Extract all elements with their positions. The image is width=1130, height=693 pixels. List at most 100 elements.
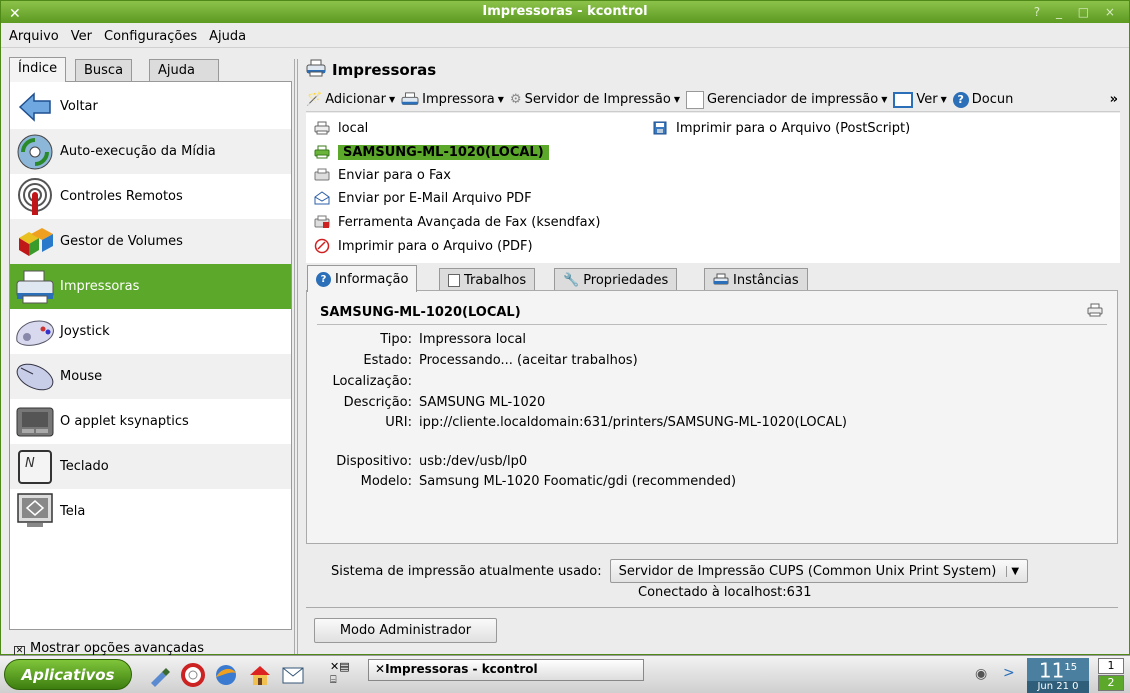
browser-icon[interactable] bbox=[214, 663, 238, 687]
menu-bar: Arquivo Ver Configurações Ajuda bbox=[1, 23, 1129, 48]
info-row-dispositivo: Dispositivo: usb:/dev/usb/lp0 bbox=[336, 454, 528, 469]
tray-speaker-icon[interactable]: ◉ bbox=[975, 666, 987, 682]
documentation-button[interactable]: ? Docun bbox=[952, 91, 1013, 108]
window-title: Impressoras - kcontrol bbox=[482, 4, 648, 19]
menu-arquivo[interactable]: Arquivo bbox=[1, 23, 65, 44]
nav-item-auto-execucao[interactable]: Auto-execução da Mídia bbox=[10, 129, 291, 174]
menu-ajuda[interactable]: Ajuda bbox=[203, 23, 252, 44]
tab-instancias[interactable]: Instâncias bbox=[704, 268, 808, 291]
tray-tools-icon[interactable]: ✕▤ ⌸ bbox=[330, 660, 350, 686]
applications-button[interactable]: Aplicativos bbox=[4, 659, 132, 690]
add-button[interactable]: 🪄 Adicionar ▼ bbox=[306, 92, 395, 107]
nav-item-tela[interactable]: Tela bbox=[10, 489, 291, 534]
nav-label: Teclado bbox=[60, 459, 109, 474]
printer-item-fax[interactable]: Enviar para o Fax bbox=[314, 165, 451, 185]
printer-item-ksendfax[interactable]: Ferramenta Avançada de Fax (ksendfax) bbox=[314, 212, 600, 232]
print-system-select[interactable]: Servidor de Impressão CUPS (Common Unix … bbox=[609, 559, 1029, 583]
touchpad-icon bbox=[10, 399, 60, 444]
tools-icon: ✕ bbox=[375, 662, 386, 676]
nav-label: Auto-execução da Mídia bbox=[60, 144, 216, 159]
keyboard-icon: N bbox=[10, 444, 60, 489]
menu-configuracoes[interactable]: Configurações bbox=[98, 23, 203, 44]
blank-page-icon bbox=[685, 90, 704, 109]
nav-label: O applet ksynaptics bbox=[60, 414, 189, 429]
edit-icon[interactable] bbox=[148, 663, 172, 687]
taskbar: Aplicativos ✕▤ ⌸ ✕Impressoras - kcontrol … bbox=[0, 655, 1130, 693]
tab-trabalhos[interactable]: Trabalhos bbox=[439, 268, 536, 291]
title-bar[interactable]: ✕ Impressoras - kcontrol ? _ □ × bbox=[1, 1, 1129, 23]
divider bbox=[317, 324, 1107, 325]
printer-item-postscript[interactable]: Imprimir para o Arquivo (PostScript) bbox=[652, 118, 910, 138]
printer-item-samsung[interactable]: SAMSUNG-ML-1020(LOCAL) bbox=[314, 142, 549, 162]
info-heading: SAMSUNG-ML-1020(LOCAL) bbox=[320, 305, 521, 320]
window-controls[interactable]: ? _ □ × bbox=[1034, 1, 1121, 23]
info-row-modelo: Modelo: Samsung ML-1020 Foomatic/gdi (rec… bbox=[360, 474, 737, 489]
jobs-icon bbox=[448, 273, 460, 287]
print-server-button[interactable]: ⚙ Servidor de Impressão ▼ bbox=[510, 92, 680, 107]
printer-title-icon bbox=[306, 59, 326, 81]
nav-item-voltar[interactable]: Voltar bbox=[10, 84, 291, 129]
tools-icon[interactable]: ✕ bbox=[9, 3, 21, 25]
help-icon: ? bbox=[952, 91, 969, 108]
printer-toolbar: 🪄 Adicionar ▼ Impressora ▼ ⚙ Servidor de Imp… bbox=[306, 88, 1120, 112]
volumes-icon bbox=[10, 219, 60, 264]
printer-item-email-pdf[interactable]: Enviar por E-Mail Arquivo PDF bbox=[314, 188, 532, 208]
mail-icon[interactable] bbox=[281, 663, 305, 687]
nav-label: Joystick bbox=[60, 324, 110, 339]
desktop-pager: 1 2 bbox=[1098, 658, 1124, 692]
advanced-options-label: Mostrar opções avançadas bbox=[30, 641, 205, 656]
tab-busca[interactable]: Busca bbox=[75, 59, 133, 81]
print-icon[interactable] bbox=[1087, 303, 1103, 321]
tab-propriedades[interactable]: 🔧 Propriedades bbox=[554, 268, 678, 291]
print-system-label: Sistema de impressão atualmente usado: bbox=[331, 563, 602, 579]
svg-text:N: N bbox=[25, 456, 35, 471]
tray-expand-icon[interactable]: > bbox=[1003, 665, 1015, 681]
toolbar-overflow-button[interactable]: » bbox=[1110, 92, 1118, 107]
nav-item-mouse[interactable]: Mouse bbox=[10, 354, 291, 399]
pdf-icon bbox=[314, 238, 330, 254]
info-row-localizacao: Localização: bbox=[332, 374, 412, 389]
pane-splitter[interactable] bbox=[294, 59, 298, 654]
connection-status: Conectado à localhost:631 bbox=[638, 585, 812, 600]
info-row-tipo: Tipo: Impressora local bbox=[380, 332, 527, 347]
back-arrow-icon bbox=[10, 84, 60, 129]
gear-icon: ⚙ bbox=[509, 92, 522, 107]
printer-item-pdf[interactable]: Imprimir para o Arquivo (PDF) bbox=[314, 236, 533, 256]
printer-item-local[interactable]: local bbox=[314, 118, 368, 138]
nav-item-joystick[interactable]: Joystick bbox=[10, 309, 291, 354]
left-pane: Índice Busca Ajuda Voltar Auto-execução … bbox=[6, 57, 292, 657]
nav-item-gestor-volumes[interactable]: Gestor de Volumes bbox=[10, 219, 291, 264]
desktop-1[interactable]: 1 bbox=[1098, 658, 1124, 674]
nav-label: Controles Remotos bbox=[60, 189, 183, 204]
print-manager-button[interactable]: Gerenciador de impressão ▼ bbox=[685, 90, 887, 109]
media-autorun-icon bbox=[10, 129, 60, 174]
nav-item-controles-remotos[interactable]: Controles Remotos bbox=[10, 174, 291, 219]
mouse-icon bbox=[10, 354, 60, 399]
nav-item-teclado[interactable]: N Teclado bbox=[10, 444, 291, 489]
joystick-icon bbox=[10, 309, 60, 354]
nav-label: Voltar bbox=[60, 99, 98, 114]
task-button-kcontrol[interactable]: ✕Impressoras - kcontrol bbox=[368, 659, 644, 681]
admin-mode-button[interactable]: Modo Administrador bbox=[314, 618, 497, 643]
printer-menu-button[interactable]: Impressora ▼ bbox=[401, 91, 504, 108]
info-row-uri: URI: ipp://cliente.localdomain:631/printe… bbox=[385, 415, 847, 430]
clock[interactable]: 1115 Jun 21 0 bbox=[1027, 658, 1089, 693]
nav-label: Tela bbox=[60, 504, 86, 519]
menu-ver[interactable]: Ver bbox=[65, 23, 98, 44]
help-lifebuoy-icon[interactable] bbox=[181, 663, 205, 687]
desktop-2[interactable]: 2 bbox=[1098, 675, 1124, 691]
printer-instances-icon bbox=[713, 273, 729, 285]
info-row-descricao: Descrição: SAMSUNG ML-1020 bbox=[343, 395, 546, 410]
view-button[interactable]: Ver ▼ bbox=[893, 91, 947, 108]
tab-informacao[interactable]: ? Informação bbox=[307, 265, 418, 292]
info-row-estado: Estado: Processando... (aceitar trabalhos… bbox=[363, 353, 638, 368]
home-icon[interactable] bbox=[248, 663, 272, 687]
tab-ajuda[interactable]: Ajuda bbox=[149, 59, 219, 81]
nav-item-ksynaptics[interactable]: O applet ksynaptics bbox=[10, 399, 291, 444]
nav-label: Mouse bbox=[60, 369, 103, 384]
tab-indice[interactable]: Índice bbox=[9, 57, 67, 82]
info-panel: SAMSUNG-ML-1020(LOCAL) Tipo: Impressora l… bbox=[306, 290, 1118, 544]
email-icon bbox=[314, 190, 330, 206]
module-list: Voltar Auto-execução da Mídia Controles … bbox=[9, 81, 292, 630]
nav-item-impressoras[interactable]: Impressoras bbox=[10, 264, 291, 309]
